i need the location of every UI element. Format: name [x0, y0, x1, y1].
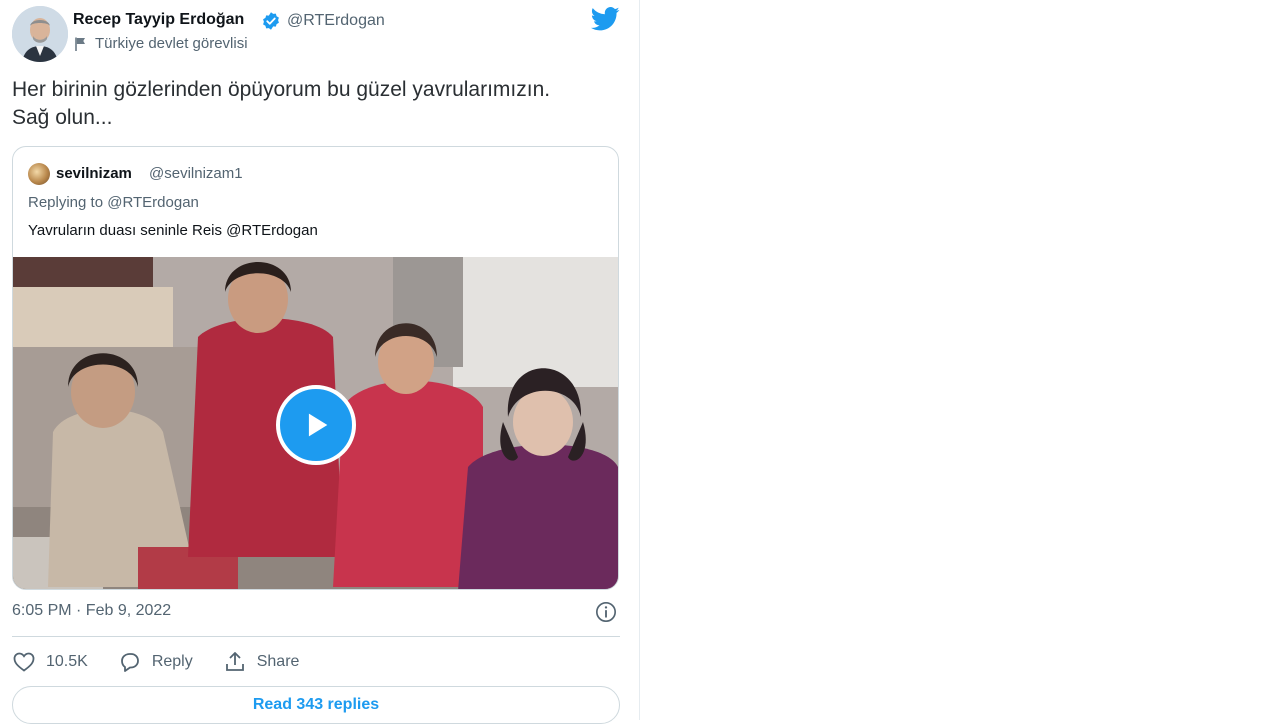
divider: [12, 636, 620, 637]
reply-button[interactable]: Reply: [118, 650, 193, 674]
tweet-actions: 10.5K Reply Share: [12, 650, 329, 674]
tweet-card: Recep Tayyip Erdoğan @RTErdogan Türkiye …: [0, 0, 640, 724]
share-button[interactable]: Share: [223, 650, 300, 674]
quoted-author-name[interactable]: sevilnizam: [56, 165, 132, 182]
replying-to-text: Replying to @RTErdogan: [28, 194, 199, 211]
verified-badge-icon: [263, 12, 279, 30]
government-label: Türkiye devlet görevlisi: [73, 35, 248, 52]
like-count: 10.5K: [46, 653, 88, 670]
author-handle[interactable]: @RTErdogan: [287, 12, 385, 30]
twitter-logo-icon[interactable]: [591, 7, 620, 31]
tweet-text-line-2: Sağ olun...: [12, 106, 113, 129]
reply-label: Reply: [151, 653, 193, 670]
video-thumbnail[interactable]: [13, 257, 618, 589]
share-label: Share: [256, 653, 300, 670]
like-button[interactable]: 10.5K: [12, 650, 88, 674]
play-icon: [308, 413, 328, 437]
tweet-timestamp[interactable]: 6:05 PM · Feb 9, 2022: [12, 602, 171, 620]
author-avatar[interactable]: [12, 6, 68, 62]
share-icon: [225, 652, 244, 671]
quoted-tweet-text: Yavruların duası seninle Reis @RTErdogan: [28, 222, 318, 239]
quoted-author-handle[interactable]: @sevilnizam1: [149, 165, 243, 182]
info-icon[interactable]: [595, 601, 617, 623]
read-replies-button[interactable]: Read 343 replies: [12, 686, 620, 724]
author-name[interactable]: Recep Tayyip Erdoğan: [73, 11, 244, 29]
profile-photo-icon: [12, 6, 68, 62]
tweet-text-line-1: Her birinin gözlerinden öpüyorum bu güze…: [12, 78, 551, 101]
flag-icon: [75, 37, 85, 51]
play-button[interactable]: [276, 385, 356, 465]
reply-icon: [120, 653, 139, 672]
quoted-tweet[interactable]: sevilnizam @sevilnizam1 Replying to @RTE…: [12, 146, 619, 590]
quoted-author-avatar[interactable]: [28, 163, 50, 185]
government-label-text: Türkiye devlet görevlisi: [95, 35, 248, 52]
tweet-text: Her birinin gözlerinden öpüyorum bu güze…: [12, 76, 632, 132]
heart-icon: [13, 652, 35, 672]
